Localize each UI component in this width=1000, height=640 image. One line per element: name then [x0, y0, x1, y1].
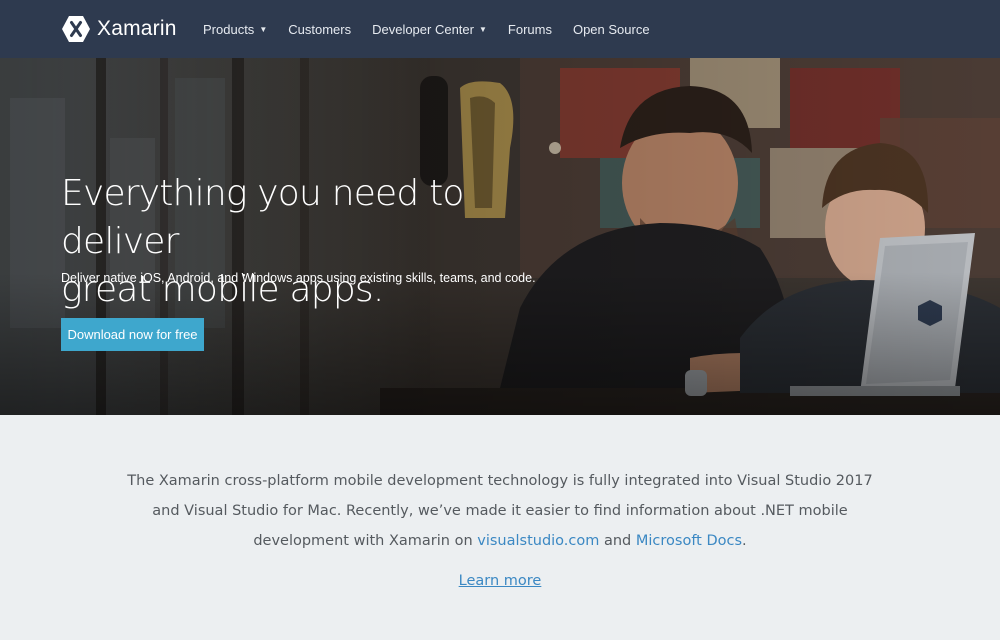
caret-down-icon: ▼ [259, 24, 268, 34]
visualstudio-link[interactable]: visualstudio.com [477, 533, 599, 549]
info-text-conjunction: and [599, 533, 636, 549]
top-navbar: Xamarin Products ▼ Customers Developer C… [0, 0, 1000, 58]
microsoft-docs-link[interactable]: Microsoft Docs [636, 533, 742, 549]
xamarin-logo-icon [62, 16, 90, 42]
info-section: The Xamarin cross-platform mobile develo… [0, 415, 1000, 640]
hero-title-line1: Everything you need to deliver [61, 173, 464, 262]
nav-item-developer-center[interactable]: Developer Center ▼ [372, 22, 487, 37]
learn-more-container: Learn more [0, 573, 1000, 589]
nav-item-products[interactable]: Products ▼ [203, 22, 267, 37]
download-now-button[interactable]: Download now for free [61, 318, 204, 351]
nav-item-forums[interactable]: Forums [508, 22, 552, 37]
brand-name: Xamarin [97, 17, 177, 40]
nav-item-label: Products [203, 21, 255, 37]
learn-more-link[interactable]: Learn more [459, 573, 542, 589]
nav-item-label: Customers [288, 21, 352, 37]
nav-item-label: Open Source [572, 21, 650, 37]
hero-title: Everything you need to deliver great mob… [61, 170, 581, 314]
hero-banner: Everything you need to deliver great mob… [0, 58, 1000, 415]
nav-item-label: Developer Center [372, 21, 474, 37]
main-nav-menu: Products ▼ Customers Developer Center ▼ … [203, 0, 671, 58]
nav-item-customers[interactable]: Customers [288, 22, 351, 37]
hero-subtitle: Deliver native iOS, Android, and Windows… [61, 271, 536, 285]
caret-down-icon: ▼ [478, 24, 487, 34]
info-paragraph: The Xamarin cross-platform mobile develo… [125, 466, 875, 556]
brand-logo-link[interactable]: Xamarin [61, 14, 177, 44]
nav-item-label: Forums [507, 21, 552, 37]
info-text-end: . [742, 533, 747, 549]
nav-item-open-source[interactable]: Open Source [573, 22, 650, 37]
